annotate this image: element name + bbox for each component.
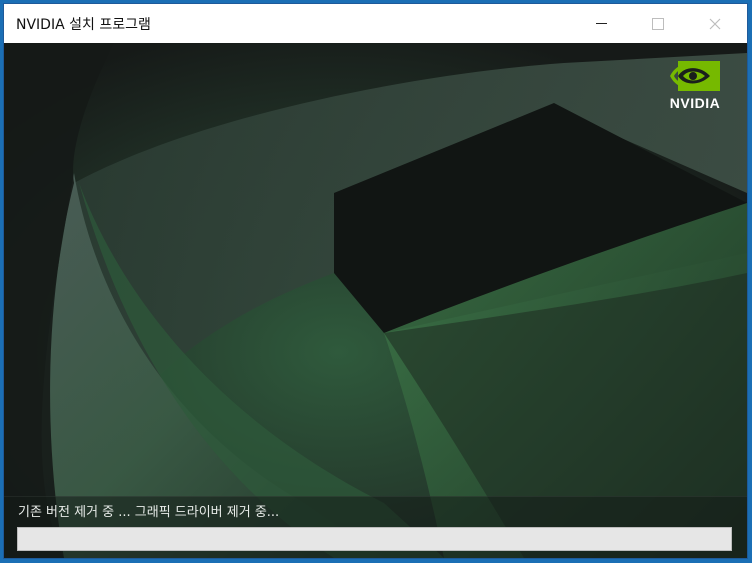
minimize-icon [595, 23, 607, 24]
progress-bar [17, 527, 732, 551]
installer-window: NVIDIA 설치 프로그램 NVIDIA 기존 버전 제거 중 ... 그래픽… [3, 3, 748, 559]
maximize-icon [652, 17, 664, 30]
status-message: 기존 버전 제거 중 ... 그래픽 드라이버 제거 중... [18, 505, 280, 520]
close-button [692, 4, 738, 43]
title-bar[interactable]: NVIDIA 설치 프로그램 [4, 4, 747, 43]
nvidia-eye-icon [670, 61, 720, 91]
minimize-button[interactable] [578, 4, 624, 43]
maximize-button [635, 4, 681, 43]
installer-content: NVIDIA 기존 버전 제거 중 ... 그래픽 드라이버 제거 중... [4, 43, 747, 558]
nvidia-logo: NVIDIA [660, 59, 730, 115]
close-icon [709, 18, 721, 29]
status-area: 기존 버전 제거 중 ... 그래픽 드라이버 제거 중... [4, 496, 747, 558]
background-artwork [4, 43, 747, 558]
window-title: NVIDIA 설치 프로그램 [16, 17, 151, 33]
nvidia-logo-text: NVIDIA [669, 95, 721, 111]
